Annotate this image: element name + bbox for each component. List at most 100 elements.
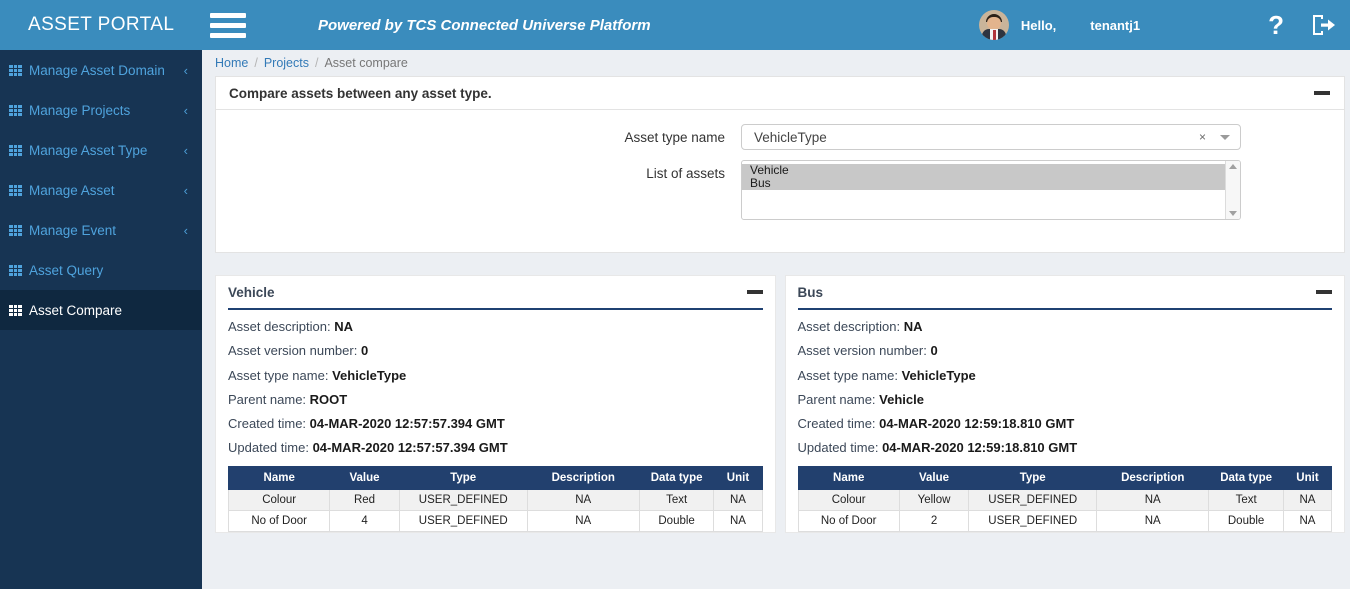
column-header-value: Value <box>898 465 970 490</box>
comparison-panels: Vehicle Asset description: NA Asset vers… <box>215 275 1345 533</box>
scrollbar[interactable] <box>1225 161 1240 219</box>
sidebar-item-manage-event[interactable]: Manage Event ‹ <box>0 210 202 250</box>
column-header-name: Name <box>797 465 900 490</box>
detail-value: NA <box>334 319 354 334</box>
column-header-type: Type <box>968 465 1098 490</box>
list-of-assets-listbox[interactable]: Vehicle Bus <box>741 160 1241 220</box>
detail-asset-type-name: Asset type name: VehicleType <box>228 367 763 383</box>
breadcrumb-link-projects[interactable]: Projects <box>264 56 309 70</box>
detail-label: Asset type name: <box>797 367 898 383</box>
list-of-assets-row: List of assets Vehicle Bus <box>216 160 1344 220</box>
asset-panel-title: Bus <box>797 284 824 300</box>
list-of-assets-label: List of assets <box>646 166 725 181</box>
breadcrumb-current: Asset compare <box>324 56 408 70</box>
detail-label: Asset type name: <box>228 367 329 383</box>
attributes-table: Name Value Type Description Data type Un… <box>227 465 763 532</box>
sidebar-item-manage-asset[interactable]: Manage Asset ‹ <box>0 170 202 210</box>
grid-icon <box>9 64 22 76</box>
cell-description: NA <box>1096 488 1210 511</box>
breadcrumb-separator: / <box>314 56 319 70</box>
chevron-left-icon: ‹ <box>183 142 188 158</box>
sidebar-item-asset-compare[interactable]: Asset Compare <box>0 290 202 330</box>
powered-by-text: Powered by TCS Connected Universe Platfo… <box>318 16 651 34</box>
asset-type-select[interactable]: VehicleType × <box>741 124 1241 150</box>
cell-value: Yellow <box>898 488 970 511</box>
header-user-area: Hello, tenantj1 ? <box>978 0 1350 50</box>
detail-value: Vehicle <box>879 391 924 407</box>
compare-card-header: Compare assets between any asset type. <box>216 77 1344 110</box>
breadcrumb-separator: / <box>254 56 258 70</box>
cell-type: USER_DEFINED <box>968 509 1098 532</box>
cell-description: NA <box>1096 509 1210 532</box>
chevron-down-icon[interactable] <box>1220 134 1230 140</box>
cell-name: Colour <box>227 488 331 511</box>
table-row: Colour Red USER_DEFINED NA Text NA <box>227 488 763 511</box>
top-header-bar: ASSET PORTAL Powered by TCS Connected Un… <box>0 0 1350 50</box>
sidebar-item-manage-asset-type[interactable]: Manage Asset Type ‹ <box>0 130 202 170</box>
grid-icon <box>9 304 22 316</box>
avatar[interactable] <box>978 10 1009 40</box>
list-item[interactable]: Vehicle <box>742 164 1225 177</box>
hamburger-bar-1 <box>210 12 246 18</box>
detail-value: ROOT <box>309 391 348 407</box>
breadcrumb-link-home[interactable]: Home <box>215 56 248 70</box>
hamburger-icon[interactable] <box>210 12 246 38</box>
cell-data-type: Double <box>638 509 715 532</box>
detail-parent-name: Parent name: ROOT <box>228 391 763 407</box>
grid-icon <box>9 104 22 116</box>
table-row: No of Door 2 USER_DEFINED NA Double NA <box>797 509 1333 532</box>
help-icon[interactable]: ? <box>1268 12 1284 38</box>
detail-label: Asset description: <box>797 319 901 334</box>
sidebar-item-asset-query[interactable]: Asset Query <box>0 250 202 290</box>
sidebar-item-label: Manage Asset Domain <box>29 62 165 78</box>
minus-icon[interactable] <box>746 290 763 294</box>
sidebar-item-manage-asset-domain[interactable]: Manage Asset Domain ‹ <box>0 50 202 90</box>
detail-value: VehicleType <box>332 367 407 383</box>
detail-updated-time: Updated time: 04-MAR-2020 12:59:18.810 G… <box>798 441 1333 455</box>
logout-icon[interactable] <box>1310 13 1336 37</box>
close-icon[interactable]: × <box>1199 130 1206 144</box>
cell-data-type: Double <box>1208 509 1284 532</box>
greeting-label: Hello, <box>1020 17 1057 33</box>
detail-value: 04-MAR-2020 12:57:57.394 GMT <box>309 416 505 432</box>
detail-label: Created time: <box>797 416 876 432</box>
column-header-name: Name <box>227 465 331 490</box>
compare-card-body: Asset type name VehicleType × List of as… <box>216 110 1344 252</box>
detail-created-time: Created time: 04-MAR-2020 12:59:18.810 G… <box>798 417 1333 431</box>
cell-unit: NA <box>1282 488 1333 511</box>
sidebar-item-manage-projects[interactable]: Manage Projects ‹ <box>0 90 202 130</box>
detail-value: NA <box>903 319 923 334</box>
list-item[interactable]: Bus <box>742 177 1225 190</box>
cell-unit: NA <box>1282 509 1333 532</box>
detail-value: 0 <box>360 343 369 359</box>
listbox-items: Vehicle Bus <box>742 161 1225 219</box>
cell-description: NA <box>526 509 640 532</box>
detail-asset-type-name: Asset type name: VehicleType <box>797 367 1333 383</box>
detail-asset-version-number: Asset version number: 0 <box>228 344 763 358</box>
table-header-row: Name Value Type Description Data type Un… <box>227 465 763 490</box>
minus-icon[interactable] <box>1314 91 1330 95</box>
chevron-left-icon: ‹ <box>183 102 188 118</box>
page-title: Compare assets between any asset type. <box>229 85 492 101</box>
chevron-down-icon[interactable] <box>1229 211 1237 216</box>
asset-type-selected-value: VehicleType <box>754 129 827 145</box>
minus-icon[interactable] <box>1316 290 1332 294</box>
detail-label: Created time: <box>228 416 307 432</box>
table-row: Colour Yellow USER_DEFINED NA Text NA <box>797 488 1333 511</box>
hamburger-bar-3 <box>210 32 246 38</box>
cell-value: 4 <box>329 509 400 532</box>
grid-icon <box>9 224 22 236</box>
asset-panel-header: Bus <box>797 276 1332 310</box>
cell-data-type: Text <box>638 488 715 511</box>
chevron-up-icon[interactable] <box>1229 164 1237 169</box>
cell-name: No of Door <box>797 509 900 532</box>
detail-asset-description: Asset description: NA <box>797 319 1333 334</box>
column-header-value: Value <box>329 465 400 490</box>
column-header-type: Type <box>398 465 528 490</box>
main-content: Home / Projects / Asset compare Compare … <box>202 50 1350 589</box>
detail-label: Asset description: <box>228 319 331 334</box>
cell-type: USER_DEFINED <box>968 488 1098 511</box>
detail-parent-name: Parent name: Vehicle <box>798 391 1333 407</box>
sidebar-nav: Manage Asset Domain ‹ Manage Projects ‹ … <box>0 50 202 589</box>
detail-label: Asset version number: <box>797 343 927 359</box>
